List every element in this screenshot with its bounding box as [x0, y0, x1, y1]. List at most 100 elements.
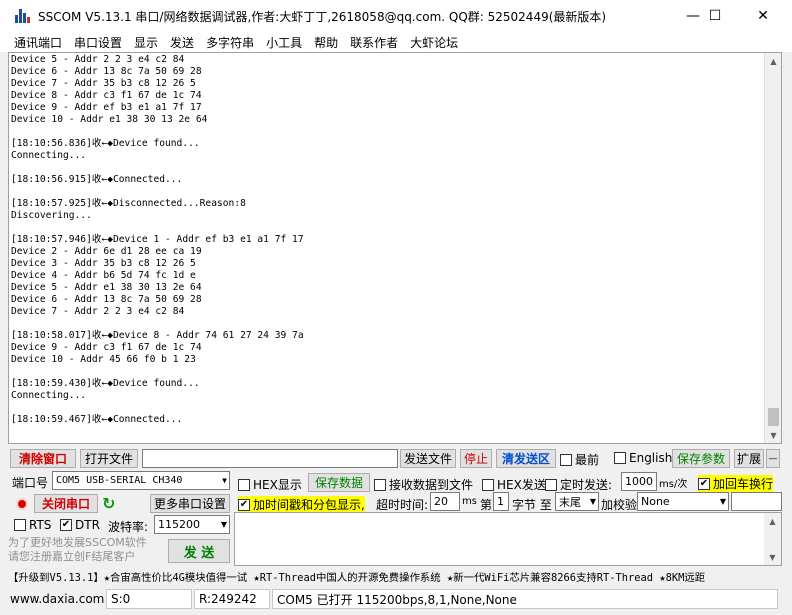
scroll-thumb[interactable] [768, 408, 779, 426]
latest-checkbox[interactable]: 最前 [560, 451, 599, 468]
menu-comm-port[interactable]: 通讯端口 [14, 34, 62, 51]
menu-send[interactable]: 发送 [170, 34, 194, 51]
receive-line [11, 366, 304, 378]
checkbox-icon [614, 452, 626, 464]
baud-label: 波特率: [108, 520, 149, 534]
receive-line [11, 402, 304, 414]
end-select[interactable]: 末尾 ▼ [555, 492, 599, 511]
dropdown-arrow-icon: ▼ [589, 497, 596, 506]
add-crlf-checkbox[interactable]: ✔ 加回车换行 [698, 475, 774, 492]
check-icon: ✔ [698, 477, 710, 490]
check-icon: ✔ [238, 498, 250, 511]
checksum-label: 加校验 [601, 498, 638, 512]
stop-button[interactable]: 停止 [460, 449, 492, 468]
sent-count: S:0 [106, 589, 192, 609]
more-port-settings-button[interactable]: 更多串口设置 [150, 494, 230, 513]
port-status: COM5 已打开 115200bps,8,1,None,None [272, 589, 778, 609]
timeout-unit-label: ms [462, 496, 477, 507]
menu-display[interactable]: 显示 [134, 34, 158, 51]
receive-scrollbar[interactable]: ▲ ▼ [764, 53, 781, 443]
menu-port-settings[interactable]: 串口设置 [74, 34, 122, 51]
dropdown-arrow-icon: ▼ [222, 476, 227, 485]
receive-line: Discovering... [11, 210, 92, 221]
main-window: SSCOM V5.13.1 串口/网络数据调试器,作者:大虾丁丁,2618058… [0, 0, 792, 615]
send-input-area[interactable]: ▲ ▼ [234, 512, 782, 566]
menu-help[interactable]: 帮助 [314, 34, 338, 51]
timed-send-checkbox[interactable]: 定时发送: [545, 476, 612, 493]
receive-line [11, 186, 304, 198]
receive-line [11, 318, 304, 330]
receive-line: Connecting... [11, 390, 87, 401]
news-ticker[interactable]: 【升级到V5.13.1】★合宙高性价比4G模块值得一试 ★RT-Thread中国… [8, 570, 782, 586]
receive-line: Device 3 - Addr 35 b3 c8 12 26 5 [11, 258, 196, 269]
receive-area[interactable]: Device 5 - Addr 2 2 3 e4 c2 84 Device 6 -… [8, 52, 782, 444]
checkbox-icon [14, 519, 26, 531]
receive-line: Device 9 - Addr ef b3 e1 a1 7f 17 [11, 102, 202, 113]
close-port-button[interactable]: 关闭串口 [34, 494, 98, 513]
receive-line: Device 8 - Addr c3 f1 67 de 1c 74 [11, 90, 202, 101]
send-scrollbar[interactable]: ▲ ▼ [764, 513, 781, 565]
byte-start-input[interactable]: 1 [493, 492, 509, 511]
scroll-up-icon[interactable]: ▲ [764, 513, 781, 529]
interval-unit-label: ms/次 [659, 479, 688, 490]
receive-line: [18:10:58.017]收←◆Device 8 - Addr 74 61 2… [11, 330, 304, 341]
checksum-select[interactable]: None ▼ [637, 492, 729, 511]
menu-forum[interactable]: 大虾论坛 [410, 34, 458, 51]
expand-button[interactable]: 扩展 [734, 449, 764, 468]
promo-line: 请您注册嘉立创F结尾客户 [8, 550, 136, 563]
scroll-down-icon[interactable]: ▼ [765, 427, 781, 443]
receive-line: [18:10:56.915]收←◆Connected... [11, 174, 183, 185]
timestamp-checkbox[interactable]: ✔ 加时间戳和分包显示, [238, 496, 365, 513]
receive-line: [18:10:57.925]收←◆Disconnected...Reason:8 [11, 198, 246, 209]
receive-line: Device 6 - Addr 13 8c 7a 50 69 28 [11, 66, 202, 77]
send-button[interactable]: 发 送 [168, 539, 230, 563]
menu-tools[interactable]: 小工具 [266, 34, 302, 51]
receive-line: Device 9 - Addr c3 f1 67 de 1c 74 [11, 342, 202, 353]
baud-select[interactable]: 115200 ▼ [154, 515, 230, 534]
clear-send-button[interactable]: 清发送区 [496, 449, 556, 468]
check-icon: ✔ [60, 519, 72, 531]
timeout-input[interactable]: 20 [430, 492, 460, 511]
scroll-down-icon[interactable]: ▼ [764, 549, 781, 565]
dtr-checkbox[interactable]: ✔ DTR [60, 518, 100, 532]
hex-send-checkbox[interactable]: HEX发送 [482, 476, 546, 493]
status-bar: www.daxia.com S:0 R:249242 COM5 已打开 1152… [0, 589, 792, 609]
checkbox-icon [238, 478, 250, 491]
title-bar: SSCOM V5.13.1 串口/网络数据调试器,作者:大虾丁丁,2618058… [0, 0, 792, 32]
refresh-icon[interactable]: ↻ [102, 495, 122, 513]
scroll-up-icon[interactable]: ▲ [765, 53, 781, 69]
interval-input[interactable]: 1000 [621, 472, 657, 491]
menu-contact-author[interactable]: 联系作者 [350, 34, 398, 51]
receive-text: Device 5 - Addr 2 2 3 e4 c2 84 Device 6 -… [11, 54, 304, 426]
english-checkbox[interactable]: English [614, 451, 672, 465]
receive-line: Device 5 - Addr 2 2 3 e4 c2 84 [11, 54, 185, 65]
site-link[interactable]: www.daxia.com [0, 589, 106, 609]
byte-label-start: 第 [480, 498, 493, 512]
save-params-button[interactable]: 保存参数 [672, 449, 730, 468]
recv-to-file-checkbox[interactable]: 接收数据到文件 [374, 476, 473, 493]
close-button[interactable]: ✕ [740, 0, 786, 32]
checkbox-icon [482, 478, 494, 491]
rts-checkbox[interactable]: RTS [14, 518, 51, 532]
port-select[interactable]: COM5 USB-SERIAL CH340 ▼ [52, 471, 230, 490]
receive-line: Device 10 - Addr 45 66 f0 b 1 23 [11, 354, 196, 365]
checkbox-icon [560, 453, 572, 466]
receive-line: [18:10:59.430]收←◆Device found... [11, 378, 200, 389]
collapse-arrow-icon[interactable]: — [766, 449, 780, 468]
checkbox-icon [374, 478, 386, 491]
app-logo-icon [14, 7, 32, 25]
clear-window-button[interactable]: 清除窗口 [10, 449, 76, 468]
promo-text: 为了更好地发展SSCOM软件 请您注册嘉立创F结尾客户 [8, 536, 147, 564]
send-file-button[interactable]: 发送文件 [400, 449, 456, 468]
receive-line: Device 5 - Addr e1 38 30 13 2e 64 [11, 282, 202, 293]
maximize-button[interactable]: ☐ [692, 0, 738, 32]
hex-display-checkbox[interactable]: HEX显示 [238, 476, 302, 493]
file-path-input[interactable] [142, 449, 398, 468]
receive-line: Device 10 - Addr e1 38 30 13 2e 64 [11, 114, 208, 125]
port-label: 端口号 [12, 476, 49, 490]
save-data-button[interactable]: 保存数据 [308, 473, 370, 492]
open-file-button[interactable]: 打开文件 [80, 449, 138, 468]
menu-multi-string[interactable]: 多字符串 [206, 34, 254, 51]
receive-line: Device 2 - Addr 6e d1 28 ee ca 19 [11, 246, 202, 257]
checksum-extra-input[interactable] [731, 492, 782, 511]
